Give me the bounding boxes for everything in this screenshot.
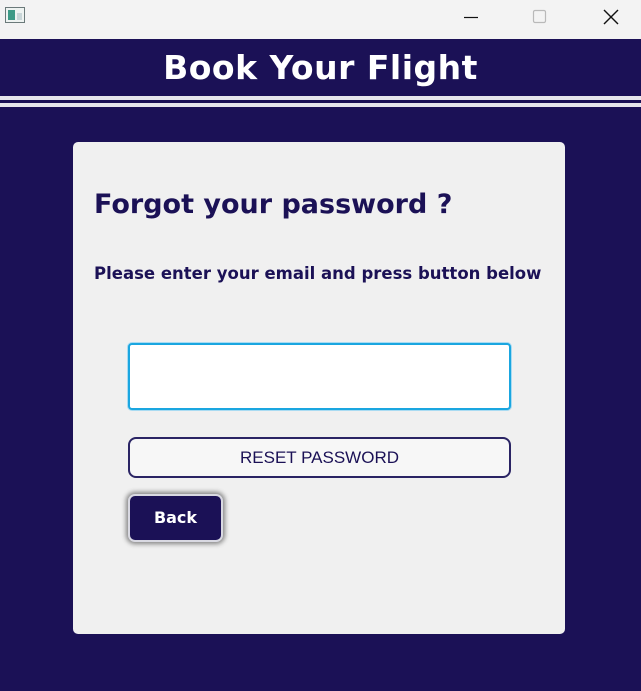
instruction-text: Please enter your email and press button… xyxy=(94,264,542,283)
maximize-button[interactable] xyxy=(517,0,563,34)
forgot-password-heading: Forgot your password ? xyxy=(94,189,453,220)
window-titlebar xyxy=(0,0,641,39)
maximize-icon xyxy=(532,9,547,24)
close-button[interactable] xyxy=(588,0,634,34)
minimize-button[interactable] xyxy=(448,0,494,34)
close-icon xyxy=(603,9,619,25)
back-button[interactable]: Back xyxy=(128,494,223,542)
forgot-password-card: Forgot your password ? Please enter your… xyxy=(73,142,565,634)
app-header: Book Your Flight xyxy=(0,39,641,96)
app-title: Book Your Flight xyxy=(163,48,478,87)
minimize-icon xyxy=(464,16,478,19)
header-separator xyxy=(0,96,641,107)
app-icon xyxy=(5,7,25,23)
reset-password-button[interactable]: RESET PASSWORD xyxy=(128,437,511,478)
email-input[interactable] xyxy=(128,343,511,410)
